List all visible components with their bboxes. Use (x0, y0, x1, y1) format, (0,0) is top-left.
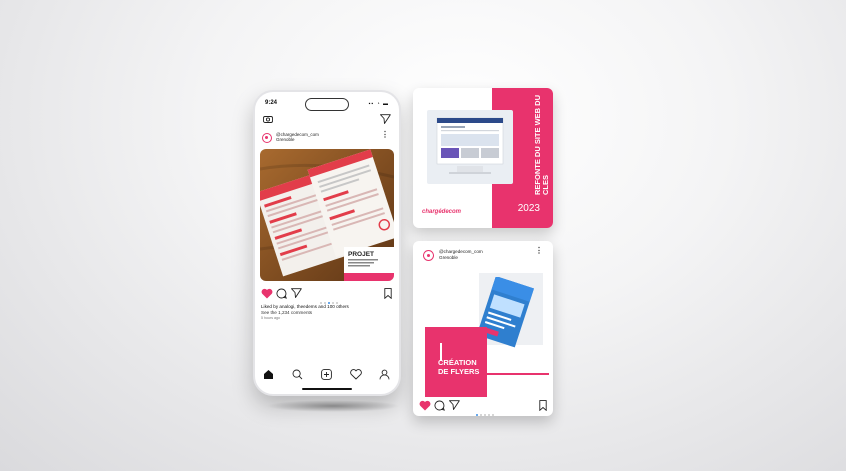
avatar[interactable] (423, 250, 434, 261)
share-icon[interactable] (449, 400, 460, 410)
home-icon[interactable] (263, 369, 274, 380)
share-icon[interactable] (291, 288, 302, 298)
phone-shadow (266, 400, 400, 412)
comment-icon[interactable] (276, 288, 287, 299)
card-refonte-title: REFONTE DU SITE WEB DU CLES (533, 94, 550, 195)
search-icon[interactable] (292, 369, 303, 380)
post-image[interactable] (417, 265, 549, 397)
heart-icon[interactable] (419, 400, 431, 411)
bookmark-icon[interactable] (384, 288, 392, 299)
comment-icon[interactable] (434, 400, 445, 411)
post-header: @chargedecom_com Grenoble (276, 132, 319, 142)
brand-logo: chargédecom (422, 209, 462, 215)
post-header: @chargedecom_com Grenoble (439, 249, 483, 260)
post-image[interactable]: PROJET (260, 149, 394, 281)
post-actions (419, 400, 549, 416)
camera-icon[interactable] (263, 115, 273, 123)
dynamic-island (305, 98, 349, 111)
post-location[interactable]: Grenoble (276, 137, 319, 142)
more-options-icon[interactable]: ⋮ (535, 247, 543, 255)
send-icon[interactable] (380, 114, 391, 124)
post-location[interactable]: Grenoble (439, 255, 483, 261)
avatar[interactable] (262, 133, 272, 143)
status-time: 9:24 (265, 100, 278, 106)
home-indicator (302, 388, 352, 390)
flyer-illustration: PROJET (260, 149, 394, 281)
bottom-nav (255, 368, 399, 382)
card-flyers-title: CRÉATION DE FLYERS (438, 358, 479, 376)
more-options-icon[interactable]: ⋮ (381, 131, 389, 139)
carousel-dots (475, 403, 495, 416)
post-username[interactable]: @chargedecom_com (439, 249, 483, 255)
card-refonte-year: 2023 (517, 203, 540, 214)
bookmark-icon[interactable] (539, 400, 547, 411)
activity-icon[interactable] (350, 369, 362, 380)
post-card-refonte[interactable]: REFONTE DU SITE WEB DU CLES 2023 chargéd… (413, 88, 553, 228)
accent-line (487, 373, 549, 375)
add-icon[interactable] (321, 369, 332, 380)
title-line-1: CRÉATION (438, 358, 477, 367)
flyer-title: PROJET (348, 251, 374, 258)
post-actions (261, 288, 395, 304)
heart-icon[interactable] (261, 288, 273, 299)
status-icons: ▪︎▪︎ ◔ ▬ (368, 101, 389, 107)
profile-icon[interactable] (379, 369, 390, 380)
post-card-flyers[interactable]: @chargedecom_com Grenoble ⋮ CRÉATION DE … (413, 241, 553, 416)
post-timestamp: 5 hours ago (261, 316, 280, 320)
website-screenshot (427, 110, 513, 184)
phone-mockup: 9:24 ▪︎▪︎ ◔ ▬ @chargedecom_com Grenoble … (253, 90, 401, 396)
title-line-2: DE FLYERS (438, 367, 480, 376)
